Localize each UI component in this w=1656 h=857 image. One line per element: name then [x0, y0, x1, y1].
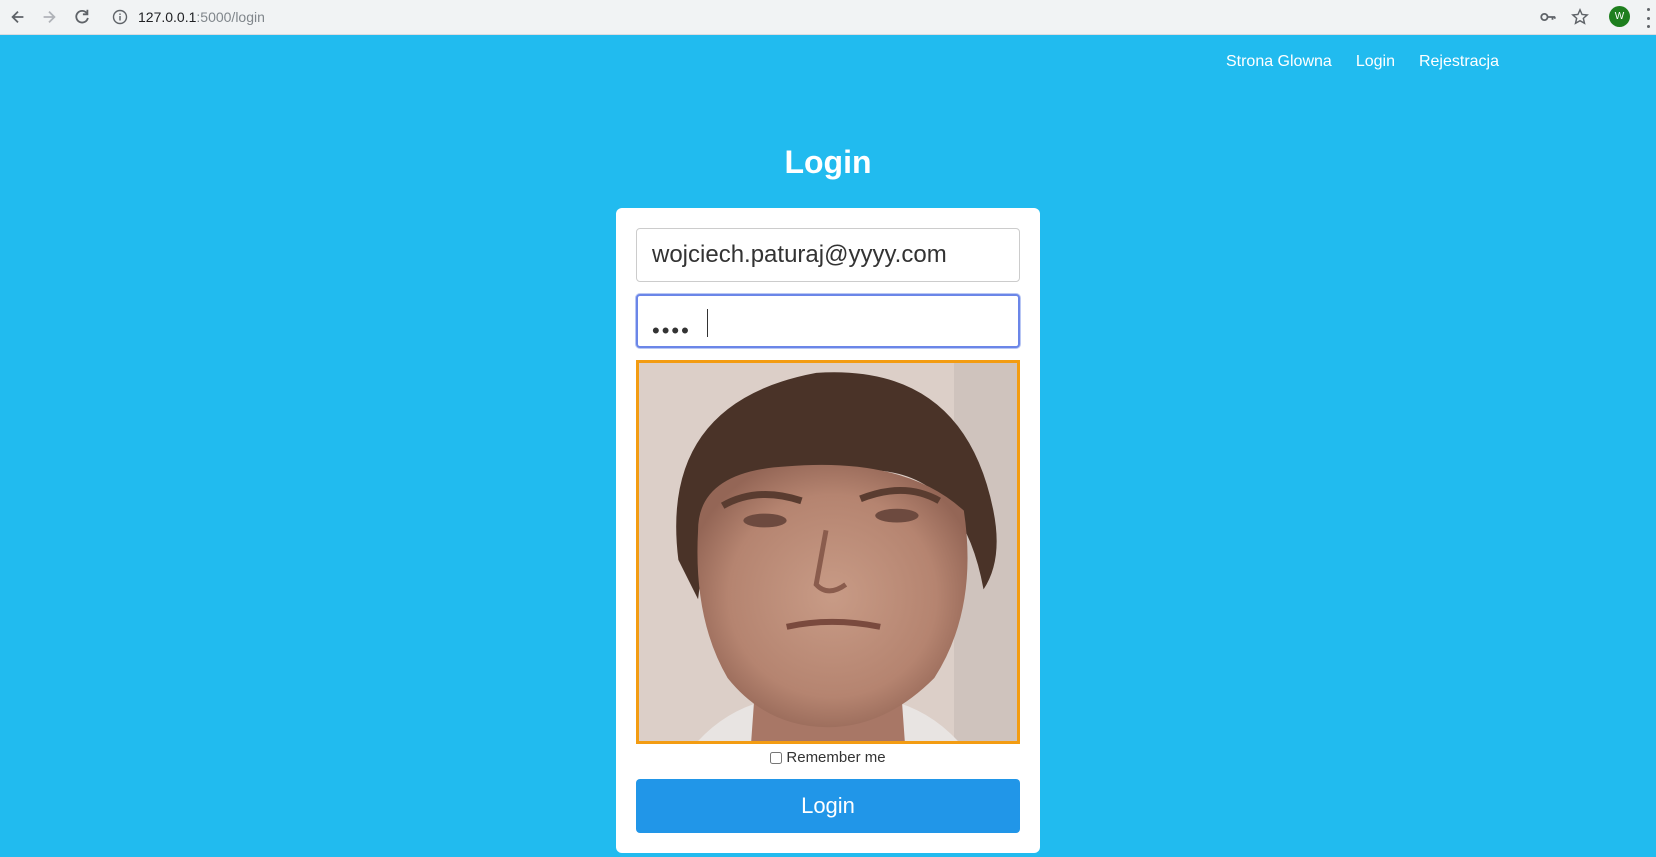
site-navbar: Strona Glowna Login Rejestracja [1226, 50, 1499, 74]
remember-me-label: Remember me [786, 749, 886, 766]
browser-toolbar: 127.0.0.1:5000/login W [0, 0, 1656, 35]
info-icon [112, 9, 128, 25]
key-icon[interactable] [1537, 6, 1559, 28]
bookmark-star-icon[interactable] [1569, 6, 1591, 28]
url-host: 127.0.0.1 [138, 9, 197, 25]
url-path: :5000/login [196, 9, 265, 25]
nav-login-link[interactable]: Login [1356, 50, 1395, 74]
password-field[interactable] [636, 294, 1020, 348]
nav-register-link[interactable]: Rejestracja [1419, 50, 1499, 74]
face-image [639, 363, 1017, 741]
login-card: •••• [616, 208, 1040, 853]
webcam-preview [636, 360, 1020, 744]
forward-arrow-icon [43, 10, 56, 24]
remember-me[interactable]: Remember me [616, 749, 1040, 766]
reload-icon [75, 9, 89, 24]
nav-home-link[interactable]: Strona Glowna [1226, 50, 1332, 74]
email-field[interactable] [636, 228, 1020, 282]
page-title: Login [784, 144, 872, 180]
address-bar[interactable]: 127.0.0.1:5000/login [112, 5, 265, 29]
text-caret [707, 309, 708, 337]
password-mask: •••• [652, 318, 691, 343]
profile-avatar[interactable]: W [1609, 6, 1630, 27]
browser-menu-icon[interactable] [1645, 8, 1651, 28]
reload-button[interactable] [69, 5, 95, 29]
forward-button[interactable] [36, 5, 62, 29]
back-arrow-icon [11, 10, 24, 24]
back-button[interactable] [5, 5, 31, 29]
login-button[interactable]: Login [636, 779, 1020, 833]
remember-me-checkbox[interactable] [770, 751, 783, 764]
